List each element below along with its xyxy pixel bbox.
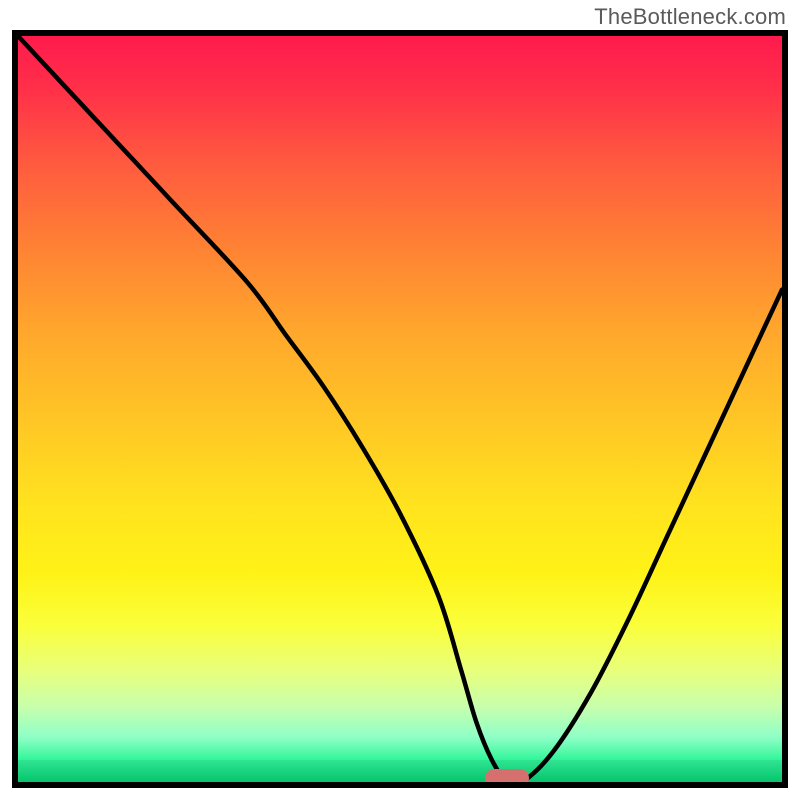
plot-frame [12, 30, 788, 788]
bottleneck-curve [18, 36, 782, 782]
attribution-text: TheBottleneck.com [594, 4, 786, 30]
curve-path [18, 36, 782, 782]
optimal-point-marker [485, 769, 529, 787]
chart-container: TheBottleneck.com [0, 0, 800, 800]
